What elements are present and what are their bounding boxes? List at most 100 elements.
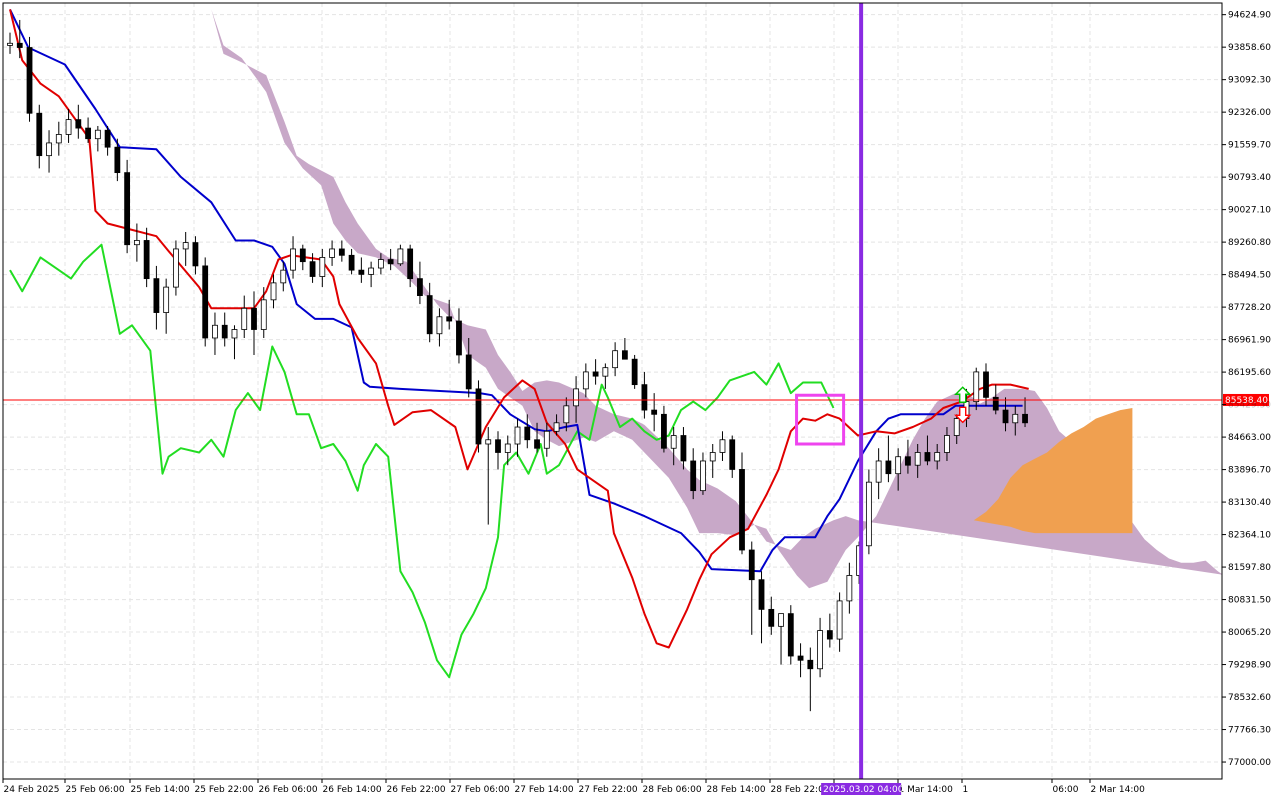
candle-body bbox=[817, 630, 823, 670]
candle-body bbox=[592, 371, 599, 377]
candle-body bbox=[729, 439, 736, 470]
y-tick-label: 78532.60 bbox=[1228, 693, 1271, 703]
x-tick-label: 1 Mar 14:00 bbox=[899, 785, 954, 795]
candle-body bbox=[377, 259, 384, 269]
candle-body bbox=[524, 426, 531, 441]
y-tick-label: 90027.10 bbox=[1228, 206, 1271, 216]
y-tick-label: 86195.60 bbox=[1228, 368, 1271, 378]
x-tick-label: 06:00 bbox=[1053, 785, 1079, 795]
candle-body bbox=[231, 329, 238, 339]
x-tick-label: 25 Feb 14:00 bbox=[131, 785, 190, 795]
candle-body bbox=[865, 481, 872, 547]
candle-body bbox=[329, 248, 335, 258]
candle-body bbox=[690, 460, 697, 492]
y-tick-label: 77000.00 bbox=[1228, 758, 1271, 768]
candle-body bbox=[719, 439, 726, 453]
candle-body bbox=[36, 112, 43, 157]
y-tick-label: 83130.40 bbox=[1228, 498, 1271, 508]
candle-body bbox=[202, 265, 209, 339]
candle-body bbox=[446, 316, 453, 322]
candle-body bbox=[875, 460, 882, 483]
y-tick-label: 93092.30 bbox=[1228, 76, 1271, 86]
candle-body bbox=[475, 388, 482, 445]
candle-body bbox=[124, 172, 131, 246]
candle-body bbox=[680, 435, 687, 462]
x-tick-label: 27 Feb 14:00 bbox=[515, 785, 574, 795]
candle-body bbox=[163, 286, 170, 313]
candle-body bbox=[417, 278, 423, 296]
candle-body bbox=[299, 248, 306, 263]
candle-body bbox=[905, 456, 911, 466]
candle-body bbox=[973, 371, 980, 403]
candle-body bbox=[16, 42, 23, 48]
candle-body bbox=[944, 435, 950, 453]
x-tick-label: 25 Feb 22:00 bbox=[195, 785, 254, 795]
candle-body bbox=[543, 430, 550, 449]
x-tick-label: 26 Feb 22:00 bbox=[387, 785, 446, 795]
candle-body bbox=[934, 452, 941, 462]
candle-body bbox=[173, 248, 179, 288]
candle-body bbox=[787, 613, 794, 657]
y-tick-label: 77766.30 bbox=[1228, 726, 1271, 736]
candle-body bbox=[836, 600, 843, 640]
candle-body bbox=[133, 240, 140, 246]
candle-body bbox=[661, 413, 667, 449]
candle-body bbox=[290, 248, 296, 271]
candle-body bbox=[846, 575, 853, 602]
candle-body bbox=[212, 324, 218, 339]
y-tick-label: 88494.50 bbox=[1228, 271, 1271, 281]
candle-body bbox=[456, 320, 462, 356]
chart-canvas[interactable]: 85538.40 94624.9093858.6093092.3092326.0… bbox=[0, 0, 1280, 800]
candle-body bbox=[348, 254, 355, 271]
bearish-candle bbox=[202, 257, 209, 347]
candle-body bbox=[55, 134, 62, 144]
candle-body bbox=[241, 307, 248, 330]
x-tick-label: 24 Feb 2025 bbox=[4, 785, 60, 795]
crosshair-time-label: 2025.03.02 04:00 bbox=[823, 785, 904, 795]
candle-body bbox=[621, 350, 628, 360]
x-tick-label: 27 Feb 06:00 bbox=[451, 785, 510, 795]
candle-body bbox=[46, 142, 52, 157]
x-tick-label: 28 Feb 06:00 bbox=[643, 785, 702, 795]
y-tick-label: 86961.90 bbox=[1228, 336, 1271, 346]
bearish-candle bbox=[631, 354, 638, 389]
candle-body bbox=[992, 396, 999, 411]
candle-body bbox=[104, 129, 111, 148]
x-tick-label: 28 Feb 22:00 bbox=[771, 785, 830, 795]
candle-body bbox=[826, 630, 833, 640]
bearish-candle bbox=[475, 380, 482, 453]
candle-body bbox=[700, 460, 706, 492]
candle-body bbox=[143, 240, 150, 280]
y-tick-label: 84663.00 bbox=[1228, 433, 1271, 443]
candle-body bbox=[885, 460, 892, 475]
candle-body bbox=[748, 549, 755, 581]
price-chart[interactable]: 85538.40 94624.90 93858.60 93092.30 92326.0… bbox=[0, 0, 1280, 800]
candle-body bbox=[914, 452, 921, 466]
candle-body bbox=[182, 242, 189, 250]
candle-body bbox=[436, 316, 443, 335]
candle-body bbox=[465, 354, 472, 390]
candle-body bbox=[280, 269, 287, 284]
candle-body bbox=[85, 127, 91, 140]
x-tick-label: 1 bbox=[963, 785, 969, 795]
candle-body bbox=[319, 257, 326, 277]
candle-body bbox=[7, 42, 13, 46]
candle-body bbox=[426, 295, 433, 335]
y-tick-label: 93858.60 bbox=[1228, 43, 1271, 53]
candle-body bbox=[924, 452, 931, 462]
y-tick-label: 85429.30 bbox=[1228, 401, 1271, 411]
candle-body bbox=[260, 299, 267, 330]
y-tick-label: 91559.70 bbox=[1228, 141, 1271, 151]
y-tick-label: 81597.80 bbox=[1228, 563, 1271, 573]
candle-body bbox=[1012, 413, 1019, 424]
x-tick-label: 26 Feb 06:00 bbox=[259, 785, 318, 795]
candle-body bbox=[739, 469, 745, 551]
candle-body bbox=[65, 119, 72, 135]
y-tick-label: 87728.20 bbox=[1228, 303, 1271, 313]
bearish-candle bbox=[124, 159, 131, 254]
candle-body bbox=[1002, 409, 1009, 424]
candle-body bbox=[895, 456, 902, 475]
candle-body bbox=[270, 282, 277, 301]
y-tick-label: 79298.90 bbox=[1228, 661, 1271, 671]
candle-body bbox=[612, 350, 619, 369]
